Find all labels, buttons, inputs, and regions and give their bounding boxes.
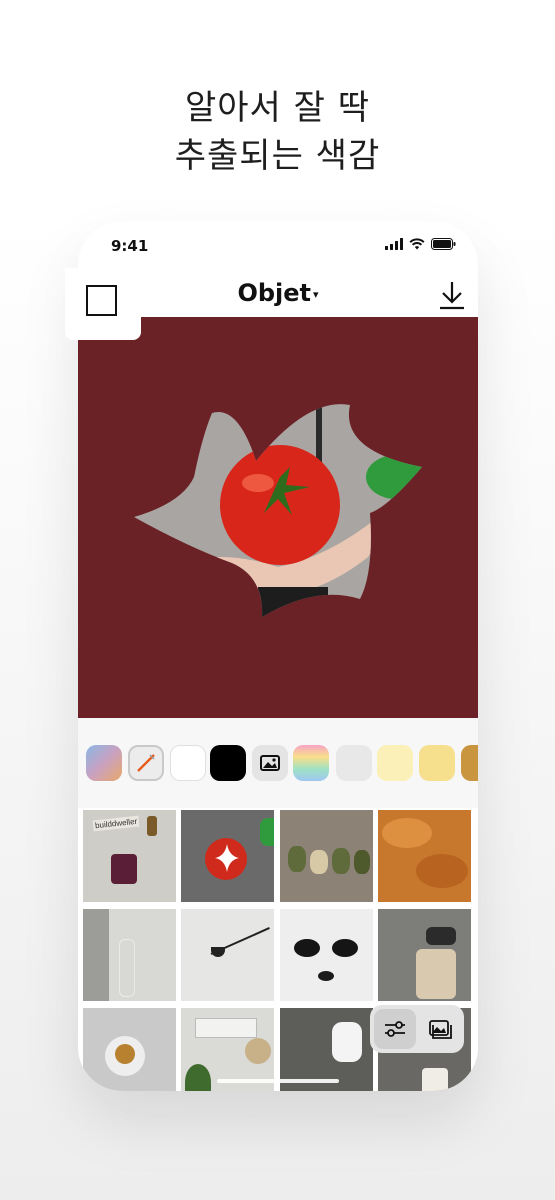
status-icons — [385, 238, 456, 250]
album-title: Objet — [237, 279, 312, 307]
view-toggle — [370, 1005, 464, 1053]
status-time: 9:41 — [111, 237, 149, 255]
eyedropper-swatch[interactable] — [128, 745, 164, 781]
photo-croissants[interactable] — [378, 810, 471, 902]
headline-line-2: 추출되는 색감 — [174, 136, 381, 176]
adjust-button[interactable] — [374, 1009, 416, 1049]
photo-dog-sunglasses[interactable] — [280, 909, 373, 1001]
photo-legs-crosswalk[interactable] — [378, 909, 471, 1001]
photo-swatch[interactable] — [252, 745, 288, 781]
wifi-icon — [409, 238, 425, 250]
color-palette — [78, 718, 478, 808]
signal-icon — [385, 238, 403, 250]
home-indicator — [217, 1079, 339, 1083]
headline: 알아서 잘 딱 추출되는 색감 — [0, 84, 555, 180]
sparkle-icon — [215, 844, 239, 872]
swatch-gradient[interactable] — [86, 745, 122, 781]
swatch-rainbow[interactable] — [293, 745, 329, 781]
swatch-yellow[interactable] — [419, 745, 455, 781]
swatch-light-gray[interactable] — [336, 745, 372, 781]
swatch-mustard[interactable] — [461, 745, 478, 781]
swatch-black[interactable] — [210, 745, 246, 781]
photo-grid: builddweller — [78, 808, 478, 1091]
adjust-sliders-icon — [385, 1021, 405, 1037]
frame-shape-button[interactable] — [65, 268, 141, 340]
download-icon[interactable] — [438, 279, 466, 311]
photo-tomato-selected[interactable] — [181, 810, 274, 902]
gallery-button[interactable] — [418, 1009, 460, 1049]
photo-stones-grill[interactable] — [280, 810, 373, 902]
swatch-pale-yellow[interactable] — [377, 745, 413, 781]
gallery-icon — [429, 1020, 452, 1039]
star-cutout-photo — [134, 404, 422, 617]
swatch-white[interactable] — [170, 745, 206, 781]
square-frame-icon — [86, 285, 117, 316]
photo-jar-desk[interactable]: builddweller — [83, 810, 176, 902]
preview-canvas[interactable] — [78, 317, 478, 718]
headline-line-1: 알아서 잘 딱 — [184, 88, 370, 128]
image-icon — [260, 755, 280, 771]
battery-icon — [431, 238, 456, 250]
phone-mockup: 9:41 Objet ▾ builddweller — [78, 221, 478, 1091]
photo-label: builddweller — [92, 815, 140, 832]
chevron-down-icon: ▾ — [313, 287, 319, 301]
photo-wall-lamp[interactable] — [181, 909, 274, 1001]
eyedropper-icon — [137, 754, 155, 772]
photo-dessert-plate[interactable] — [83, 1008, 176, 1091]
photo-glass-vase[interactable] — [83, 909, 176, 1001]
